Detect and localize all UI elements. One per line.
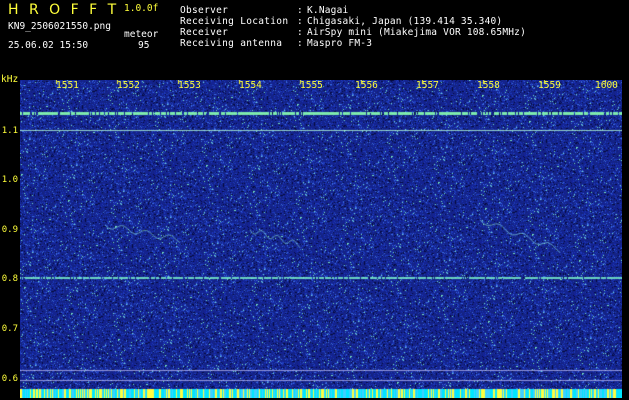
x-tick-label: 1553 <box>178 80 201 91</box>
y-axis-unit: kHz <box>1 74 19 85</box>
app-title: H R O F F T <box>8 2 120 18</box>
info-value: Chigasaki, Japan (139.414 35.340) <box>307 16 503 27</box>
detection-count: 95 <box>138 40 150 51</box>
x-tick-label: 1556 <box>355 80 378 91</box>
y-tick-label: 0.6 <box>1 374 18 384</box>
x-tick-label: 1555 <box>300 80 323 91</box>
info-colon: : <box>297 38 303 49</box>
x-tick-label: 1552 <box>117 80 140 91</box>
y-tick-label: 1.0 <box>1 175 18 185</box>
info-value: AirSpy mini (Miakejima VOR 108.65MHz) <box>307 27 527 38</box>
x-tick-label: 1600 <box>595 80 618 91</box>
file-name: KN9_2506021550.png <box>8 21 111 32</box>
hrofft-window: H R O F F T 1.0.0f KN9_2506021550.png me… <box>0 0 629 400</box>
x-tick-label: 1559 <box>538 80 561 91</box>
y-tick-label: 1.1 <box>1 126 18 136</box>
spectrogram <box>20 80 622 398</box>
info-colon: : <box>297 16 303 27</box>
info-colon: : <box>297 5 303 16</box>
info-value: Maspro FM-3 <box>307 38 373 49</box>
info-key: Observer <box>180 5 229 16</box>
app-version: 1.0.0f <box>124 3 159 14</box>
info-key: Receiving Location <box>180 16 289 27</box>
y-tick-label: 0.9 <box>1 225 18 235</box>
x-tick-label: 1557 <box>416 80 439 91</box>
x-tick-label: 1551 <box>56 80 79 91</box>
date-time: 25.06.02 15:50 <box>8 40 89 51</box>
info-key: Receiver <box>180 27 229 38</box>
info-key: Receiving antenna <box>180 38 283 49</box>
y-tick-label: 0.7 <box>1 324 18 334</box>
info-colon: : <box>297 27 303 38</box>
info-value: K.Nagai <box>307 5 349 16</box>
y-tick-label: 0.8 <box>1 274 18 284</box>
mode-label: meteor <box>124 29 159 40</box>
x-tick-label: 1554 <box>239 80 262 91</box>
spectrogram-canvas <box>20 80 622 398</box>
x-tick-label: 1558 <box>477 80 500 91</box>
